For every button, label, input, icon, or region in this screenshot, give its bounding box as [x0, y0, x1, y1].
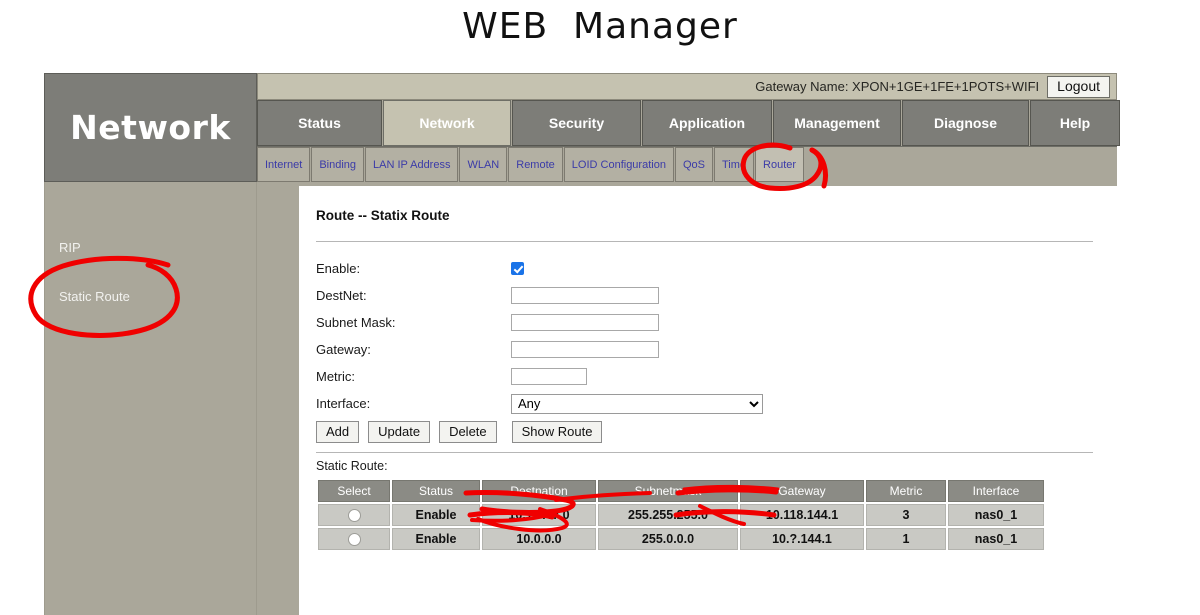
th-subnetmask: Subnetmask: [598, 480, 738, 502]
route-select-radio[interactable]: [347, 509, 361, 523]
gateway-name-label: Gateway Name: XPON+1GE+1FE+1POTS+WIFI: [755, 79, 1040, 94]
subnav-filler: [805, 147, 1117, 182]
nav-tab-management[interactable]: Management: [773, 100, 901, 146]
subnav-item-remote[interactable]: Remote: [508, 147, 563, 182]
subnet-mask-input[interactable]: [511, 314, 659, 331]
form-row-subnet-mask: Subnet Mask:: [316, 310, 1117, 335]
subnav-item-time[interactable]: Time: [713, 147, 755, 182]
form-row-destnet: DestNet:: [316, 283, 1117, 308]
right-column: Gateway Name: XPON+1GE+1FE+1POTS+WIFI Lo…: [257, 73, 1120, 615]
row-metric: 1: [866, 528, 946, 551]
page-title: WEB Manager: [462, 6, 738, 47]
sub-nav: Internet Binding LAN IP Address WLAN Rem…: [257, 146, 1117, 182]
subnav-item-loid-configuration[interactable]: LOID Configuration: [563, 147, 674, 182]
th-status: Status: [392, 480, 480, 502]
subnav-item-internet[interactable]: Internet: [257, 147, 311, 182]
sidebar-item-rip[interactable]: RIP: [45, 234, 256, 262]
label-interface: Interface:: [316, 396, 371, 411]
destnet-input[interactable]: [511, 287, 659, 304]
metric-input[interactable]: [511, 368, 587, 385]
th-gateway: Gateway: [740, 480, 864, 502]
form-row-gateway: Gateway:: [316, 337, 1117, 362]
th-interface: Interface: [948, 480, 1044, 502]
label-metric: Metric:: [316, 369, 355, 384]
label-subnet-mask: Subnet Mask:: [316, 315, 396, 330]
static-route-table: Select Status Destnation Subnetmask Gate…: [316, 478, 1046, 552]
interface-select[interactable]: Any: [511, 393, 763, 414]
static-route-list-label: Static Route:: [316, 459, 388, 473]
nav-tab-application[interactable]: Application: [642, 100, 772, 146]
table-row: Enable 10.0.0.0 255.0.0.0 10.?.144.1 1 n…: [318, 528, 1044, 551]
divider-bottom: [316, 452, 1093, 453]
row-select-cell: [318, 528, 390, 551]
th-select: Select: [318, 480, 390, 502]
table-header-row: Select Status Destnation Subnetmask Gate…: [318, 480, 1044, 502]
nav-tab-security[interactable]: Security: [512, 100, 641, 146]
row-subnetmask: 255.0.0.0: [598, 528, 738, 551]
gateway-input[interactable]: [511, 341, 659, 358]
row-destnation: 10.0.0.0: [482, 528, 596, 551]
enable-checkbox[interactable]: [511, 262, 524, 275]
label-enable: Enable:: [316, 261, 361, 276]
label-gateway: Gateway:: [316, 342, 371, 357]
section-title: Route -- Statix Route: [316, 208, 450, 223]
row-gateway: 10.?.144.1: [740, 528, 864, 551]
subnav-item-binding[interactable]: Binding: [311, 147, 365, 182]
row-interface: nas0_1: [948, 504, 1044, 527]
sidebar: RIP Static Route: [44, 182, 257, 615]
divider-top: [316, 241, 1093, 242]
router-web-ui: Network RIP Static Route Gateway Name: X…: [44, 73, 1120, 615]
row-status: Enable: [392, 504, 480, 527]
nav-tab-network[interactable]: Network: [383, 100, 511, 146]
row-gateway: 10.118.144.1: [740, 504, 864, 527]
main-nav: Status Network Security Application Mana…: [257, 100, 1120, 146]
nav-tab-status[interactable]: Status: [257, 100, 382, 146]
sidebar-item-static-route[interactable]: Static Route: [45, 283, 256, 311]
route-select-radio[interactable]: [347, 533, 361, 547]
form-row-metric: Metric:: [316, 364, 1117, 389]
form-row-interface: Interface: Any: [316, 391, 1117, 416]
label-destnet: DestNet:: [316, 288, 367, 303]
delete-button[interactable]: Delete: [439, 421, 497, 443]
subnav-item-lan-ip-address[interactable]: LAN IP Address: [365, 147, 459, 182]
row-status: Enable: [392, 528, 480, 551]
subnav-item-qos[interactable]: QoS: [674, 147, 713, 182]
th-metric: Metric: [866, 480, 946, 502]
add-button[interactable]: Add: [316, 421, 360, 443]
screenshot-root: WEB Manager Network RIP Static Route Gat…: [0, 0, 1200, 615]
show-route-button[interactable]: Show Route: [511, 421, 603, 443]
action-button-row: Add Update Delete Show Route: [316, 421, 1117, 443]
update-button[interactable]: Update: [368, 421, 431, 443]
subnav-item-wlan[interactable]: WLAN: [459, 147, 508, 182]
brand-title: Network: [70, 108, 231, 147]
content-panel: Route -- Statix Route Enable: DestNet: S…: [299, 186, 1117, 615]
nav-tab-help[interactable]: Help: [1030, 100, 1120, 146]
subnav-item-router[interactable]: Router: [755, 147, 805, 182]
nav-tab-diagnose[interactable]: Diagnose: [902, 100, 1029, 146]
table-row: Enable 10.1??.?.0 255.255.255.0 10.118.1…: [318, 504, 1044, 527]
row-select-cell: [318, 504, 390, 527]
row-subnetmask: 255.255.255.0: [598, 504, 738, 527]
row-destnation: 10.1??.?.0: [482, 504, 596, 527]
form-row-enable: Enable:: [316, 256, 1117, 281]
gateway-bar: Gateway Name: XPON+1GE+1FE+1POTS+WIFI Lo…: [257, 73, 1117, 100]
logout-button[interactable]: Logout: [1047, 75, 1110, 98]
th-destnation: Destnation: [482, 480, 596, 502]
row-metric: 3: [866, 504, 946, 527]
brand-panel: Network: [44, 73, 257, 182]
row-interface: nas0_1: [948, 528, 1044, 551]
